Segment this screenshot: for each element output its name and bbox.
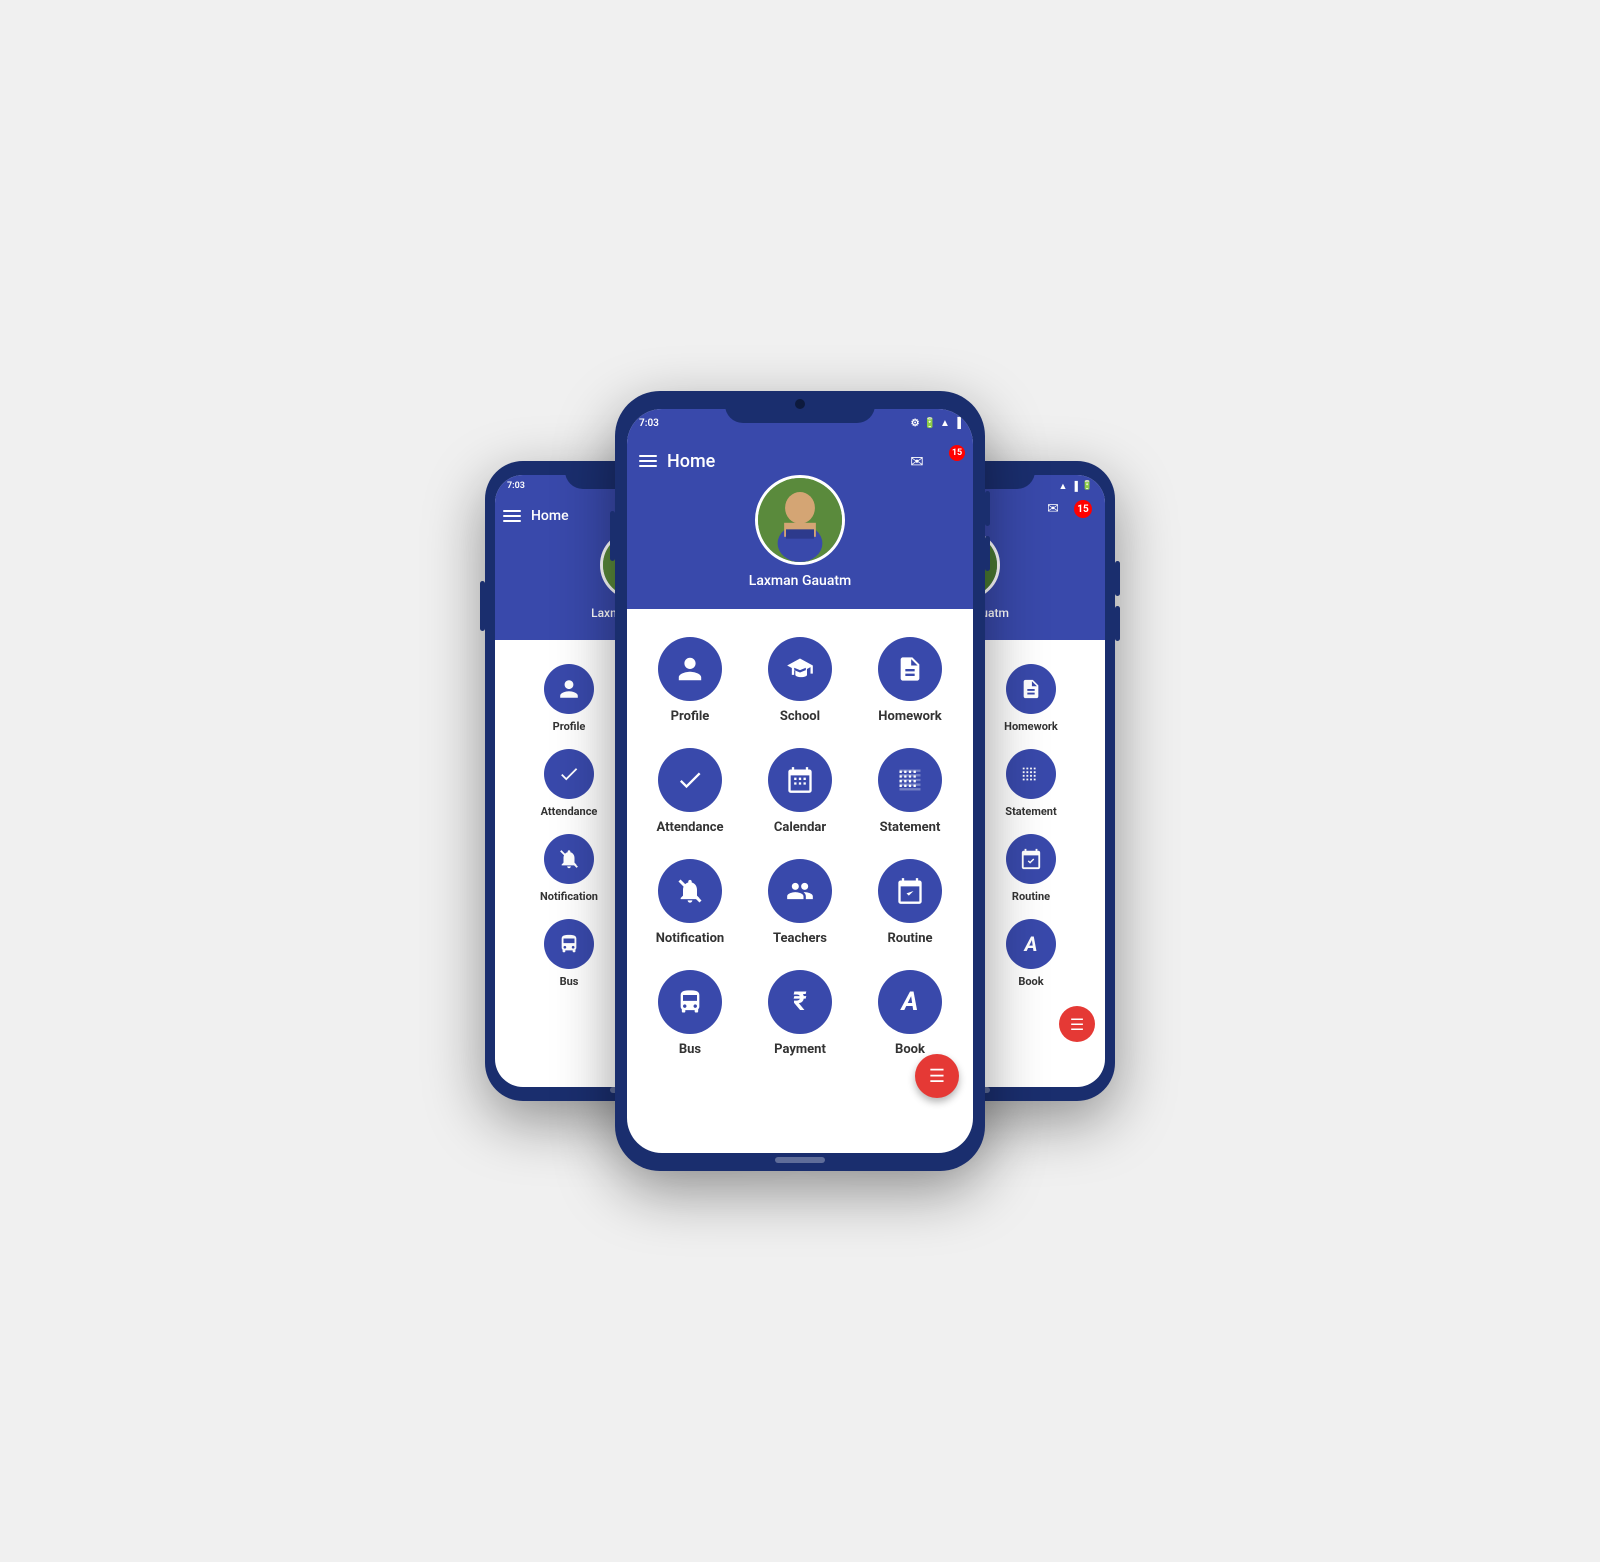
status-icons-center: ⚙ 🔋 ▲ ▐ bbox=[911, 418, 961, 429]
bus-icon-center bbox=[658, 970, 722, 1034]
avatar-person-center bbox=[758, 478, 842, 562]
homework-icon-right bbox=[1006, 664, 1056, 714]
fab-icon-right: ☰ bbox=[1070, 1015, 1084, 1034]
homework-icon-center bbox=[878, 637, 942, 701]
gear-icon-center: ⚙ bbox=[911, 418, 920, 429]
wifi-right: ▲ bbox=[1058, 481, 1067, 492]
label-book-center: Book bbox=[895, 1042, 925, 1057]
wifi-center: ▲ bbox=[940, 418, 950, 429]
notification-icon-left bbox=[544, 834, 594, 884]
school-icon-center bbox=[768, 637, 832, 701]
attendance-icon-center bbox=[658, 748, 722, 812]
mail-icon-center: ✉ bbox=[910, 452, 923, 471]
label-book-right: Book bbox=[1018, 975, 1043, 988]
statement-icon-right bbox=[1006, 749, 1056, 799]
time-left: 7:03 bbox=[507, 481, 525, 491]
bus-icon-left bbox=[544, 919, 594, 969]
mail-icon-right: ✉ bbox=[1047, 501, 1059, 517]
attendance-icon-left bbox=[544, 749, 594, 799]
header-icons-center: ✉ 15 bbox=[905, 449, 961, 473]
menu-item-calendar-center[interactable]: Calendar bbox=[745, 736, 855, 847]
label-profile-left: Profile bbox=[553, 720, 586, 733]
statement-icon-center bbox=[878, 748, 942, 812]
label-payment-center: Payment bbox=[774, 1042, 826, 1057]
label-teachers-center: Teachers bbox=[773, 931, 827, 946]
label-notification-center: Notification bbox=[656, 931, 724, 946]
hamburger-center[interactable] bbox=[639, 455, 657, 467]
status-icons-right: ▲ ▐ 🔋 bbox=[1058, 481, 1093, 492]
time-center: 7:03 bbox=[639, 418, 659, 429]
mail-notif-center[interactable]: ✉ bbox=[905, 449, 929, 473]
routine-icon-right bbox=[1006, 834, 1056, 884]
menu-item-teachers-center[interactable]: Teachers bbox=[745, 847, 855, 958]
label-bus-center: Bus bbox=[679, 1042, 701, 1057]
label-statement-right: Statement bbox=[1005, 805, 1056, 818]
label-routine-center: Routine bbox=[887, 931, 932, 946]
menu-item-school-center[interactable]: School bbox=[745, 625, 855, 736]
book-icon-center: A bbox=[878, 970, 942, 1034]
fab-button-right[interactable]: ☰ bbox=[1059, 1006, 1095, 1042]
fab-icon-center: ☰ bbox=[929, 1066, 945, 1087]
hamburger-left[interactable] bbox=[503, 510, 521, 522]
label-homework-center: Homework bbox=[878, 709, 941, 724]
profile-icon-center bbox=[658, 637, 722, 701]
avatar-center bbox=[755, 475, 845, 565]
battery-icon-center: 🔋 bbox=[924, 418, 936, 429]
routine-icon-center bbox=[878, 859, 942, 923]
header-title-center: Home bbox=[667, 451, 895, 472]
mail-notif-right[interactable]: ✉ bbox=[1041, 497, 1065, 521]
count-badge-center[interactable]: 15 bbox=[937, 449, 961, 473]
signal-center: ▐ bbox=[954, 418, 961, 429]
count-badge-right[interactable]: 15 bbox=[1071, 497, 1095, 521]
menu-item-routine-center[interactable]: Routine bbox=[855, 847, 965, 958]
teachers-icon-center bbox=[768, 859, 832, 923]
label-bus-left: Bus bbox=[560, 975, 579, 988]
label-school-center: School bbox=[780, 709, 820, 724]
notification-icon-center bbox=[658, 859, 722, 923]
book-icon-right: A bbox=[1006, 919, 1056, 969]
label-profile-center: Profile bbox=[671, 709, 710, 724]
phone-center: 7:03 ⚙ 🔋 ▲ ▐ Home ✉ bbox=[615, 391, 985, 1171]
screen-center: 7:03 ⚙ 🔋 ▲ ▐ Home ✉ bbox=[627, 409, 973, 1153]
profile-section-center: Laxman Gauatm bbox=[627, 485, 973, 609]
label-routine-right: Routine bbox=[1012, 890, 1050, 903]
menu-item-attendance-center[interactable]: Attendance bbox=[635, 736, 745, 847]
menu-item-payment-center[interactable]: ₹ Payment bbox=[745, 958, 855, 1069]
label-attendance-left: Attendance bbox=[541, 805, 598, 818]
label-calendar-center: Calendar bbox=[774, 820, 826, 835]
menu-item-profile-center[interactable]: Profile bbox=[635, 625, 745, 736]
profile-name-center: Laxman Gauatm bbox=[749, 573, 851, 589]
home-btn-center[interactable] bbox=[775, 1157, 825, 1163]
label-statement-center: Statement bbox=[880, 820, 941, 835]
label-attendance-center: Attendance bbox=[656, 820, 723, 835]
profile-icon-left bbox=[544, 664, 594, 714]
menu-item-statement-center[interactable]: Statement bbox=[855, 736, 965, 847]
label-notification-left: Notification bbox=[540, 890, 598, 903]
battery-right: 🔋 bbox=[1082, 481, 1093, 491]
notif-count-right: 15 bbox=[1074, 500, 1092, 518]
calendar-icon-center bbox=[768, 748, 832, 812]
payment-icon-center: ₹ bbox=[768, 970, 832, 1034]
camera-center bbox=[795, 399, 805, 409]
notif-count-center: 15 bbox=[949, 445, 965, 461]
menu-item-homework-center[interactable]: Homework bbox=[855, 625, 965, 736]
menu-item-book-center[interactable]: A Book bbox=[855, 958, 965, 1069]
phones-container: 7:03 ⚙ 🔋 Home bbox=[250, 81, 1350, 1481]
menu-item-notification-center[interactable]: Notification bbox=[635, 847, 745, 958]
signal-right: ▐ bbox=[1071, 481, 1077, 492]
menu-grid-center: Profile School Homework bbox=[627, 609, 973, 1085]
right-top-icons: ✉ 15 bbox=[1041, 497, 1095, 521]
menu-item-bus-center[interactable]: Bus bbox=[635, 958, 745, 1069]
fab-button-center[interactable]: ☰ bbox=[915, 1054, 959, 1098]
label-homework-right: Homework bbox=[1004, 720, 1058, 733]
